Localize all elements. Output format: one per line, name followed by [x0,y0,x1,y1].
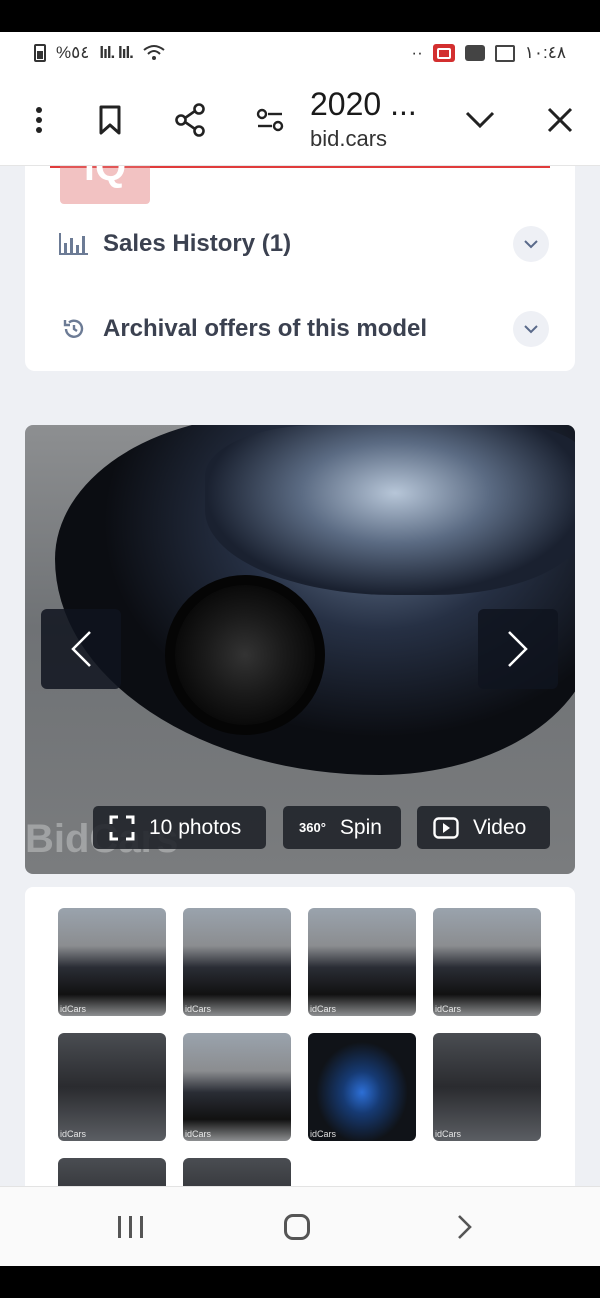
thumbnail-9[interactable] [58,1158,166,1186]
chevron-right-icon [458,1215,472,1239]
chevron-right-icon [508,631,528,667]
thumbnail-3[interactable]: idCars [308,908,416,1016]
thumbnail-watermark: idCars [60,1004,87,1014]
back-button[interactable] [425,1187,505,1267]
thumbnail-7[interactable]: idCars [308,1033,416,1141]
page-settings-icon[interactable] [250,74,290,166]
photos-button[interactable]: 10 photos [93,806,266,849]
screen-bottom-bezel [0,1266,600,1298]
video-icon [433,816,459,839]
thumbnail-8[interactable]: idCars [433,1033,541,1141]
android-navigation-bar [0,1186,600,1266]
page-title: 2020 ... [310,86,417,122]
more-notifications-icon: ·· [411,43,423,62]
bar-chart-icon [59,232,89,256]
thumbnail-2[interactable]: idCars [183,908,291,1016]
thumbnail-1[interactable]: idCars [58,908,166,1016]
battery-text: %٥٤ [56,43,90,62]
chevron-down-icon[interactable] [460,74,500,166]
photos-label: 10 photos [149,815,242,839]
thumbnail-watermark: idCars [310,1129,337,1139]
thumbnail-watermark: idCars [310,1004,337,1014]
screen-top-bezel [0,0,600,32]
car-hood-reflection [205,425,575,595]
history-icon [59,317,89,341]
next-photo-button[interactable] [478,609,558,689]
thumbnail-4[interactable]: idCars [433,908,541,1016]
thumbnail-5[interactable]: idCars [58,1033,166,1141]
iq-watermark-logo: iQ [60,166,150,204]
wifi-icon [143,45,165,60]
spin-label: Spin [339,815,382,839]
archival-offers-row[interactable]: Archival offers of this model [59,309,549,349]
page-domain: bid.cars [310,126,388,151]
spin-360-icon: 360° [299,820,326,835]
fullscreen-icon [109,815,135,840]
archival-offers-label: Archival offers of this model [103,315,428,342]
menu-icon[interactable] [24,74,54,166]
thumbnail-6[interactable]: idCars [183,1033,291,1141]
page-content: Sales History (1) Archival offers of thi… [0,166,600,1186]
thumbnail-watermark: idCars [185,1129,212,1139]
bookmark-icon[interactable] [92,74,128,166]
browser-toolbar: 2020 ... bid.cars [0,74,600,166]
page-title-block[interactable]: 2020 ... bid.cars [310,84,417,154]
sales-history-label: Sales History (1) [103,230,292,257]
chevron-left-icon [71,631,91,667]
share-icon[interactable] [170,74,210,166]
sales-history-row[interactable]: Sales History (1) [59,224,549,264]
thumbnail-watermark: idCars [185,1004,212,1014]
thumbnail-watermark: idCars [60,1129,87,1139]
video-button[interactable]: Video [417,806,550,849]
battery-icon [34,44,46,62]
home-button[interactable] [257,1187,337,1267]
car-wheel [165,575,325,735]
previous-photo-button[interactable] [41,609,121,689]
recent-apps-button[interactable] [90,1187,170,1267]
sales-history-expand-icon[interactable] [513,226,549,262]
photo-gallery[interactable]: BidCars 10 photos 360° Spin Video [25,425,575,874]
signal-icon: lıl. lıl. [99,43,134,62]
message-icon [464,45,485,61]
archival-offers-expand-icon[interactable] [513,311,549,347]
clock: ١٠:٤٨ [524,43,566,62]
thumbnail-watermark: idCars [435,1129,462,1139]
gallery-icon [494,44,515,62]
close-icon[interactable] [540,74,580,166]
status-bar: %٥٤ lıl. lıl. ·· ١٠:٤٨ [0,32,600,74]
video-label: Video [473,815,527,839]
thumbnail-grid: idCars idCars idCars idCars idCars idCar… [25,887,575,1186]
spin-button[interactable]: 360° Spin [283,806,401,849]
thumbnail-10[interactable] [183,1158,291,1186]
screen-record-icon [432,44,455,62]
thumbnail-watermark: idCars [435,1004,462,1014]
